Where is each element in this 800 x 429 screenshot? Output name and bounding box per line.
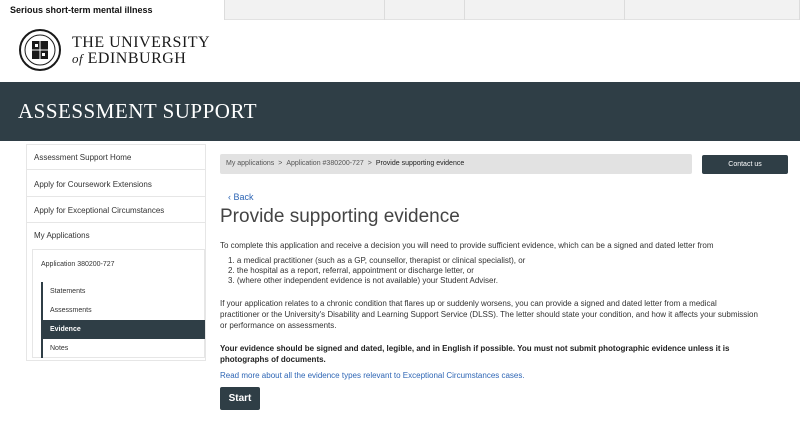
read-more-link[interactable]: Read more about all the evidence types r… [220, 371, 525, 380]
warning-line: photographs of documents. [220, 355, 326, 364]
evidence-warning: Your evidence should be signed and dated… [220, 343, 780, 365]
back-link[interactable]: ‹ Back [228, 192, 254, 202]
warning-line: Your evidence should be signed and dated… [220, 344, 730, 353]
tab-4[interactable] [465, 0, 625, 20]
chronic-line: If your application relates to a chronic… [220, 299, 717, 308]
university-header: THE UNIVERSITY of EDINBURGH [0, 20, 800, 82]
university-crest-icon[interactable] [19, 27, 61, 74]
tab-3[interactable] [385, 0, 465, 20]
breadcrumb-separator: > [367, 160, 372, 167]
start-button[interactable]: Start [220, 387, 260, 410]
chronic-condition-text: If your application relates to a chronic… [220, 298, 758, 331]
page-title: Provide supporting evidence [220, 206, 460, 227]
list-item: 2. the hospital as a report, referral, a… [228, 266, 474, 275]
back-label: Back [233, 192, 254, 202]
sidebar-item-my-applications[interactable]: My Applications [27, 223, 205, 248]
chevron-left-icon: ‹ [228, 192, 231, 202]
university-name-of: of [72, 51, 84, 66]
banner-title: ASSESSMENT SUPPORT [18, 99, 258, 123]
subnav-item-evidence[interactable]: Evidence [41, 320, 205, 339]
browser-tab-strip: Serious short-term mental illness [0, 0, 800, 20]
sidebar-item-assessment-support-home[interactable]: Assessment Support Home [27, 145, 205, 170]
sidebar-item-exceptional-circumstances[interactable]: Apply for Exceptional Circumstances [27, 198, 205, 223]
university-name-line2: of EDINBURGH [72, 51, 210, 67]
list-item: 3. (where other independent evidence is … [228, 276, 498, 285]
application-subnav: Application 380200-727 Statements Assess… [32, 249, 205, 358]
breadcrumb: My applications > Application #380200-727 >… [220, 154, 692, 174]
evidence-list: 1. a medical practitioner (such as a GP,… [228, 256, 525, 286]
intro-text: To complete this application and receive… [220, 241, 714, 250]
university-name-edinburgh: EDINBURGH [87, 50, 187, 67]
subnav-item-statements[interactable]: Statements [41, 282, 205, 301]
university-name[interactable]: THE UNIVERSITY of EDINBURGH [72, 35, 210, 67]
breadcrumb-my-applications[interactable]: My applications [226, 160, 274, 167]
breadcrumb-separator: > [278, 160, 283, 167]
tab-2[interactable] [225, 0, 385, 20]
chronic-line: or performance on assessments. [220, 321, 337, 330]
breadcrumb-current: Provide supporting evidence [375, 160, 465, 167]
sidebar-item-coursework-extensions[interactable]: Apply for Coursework Extensions [27, 172, 205, 197]
application-link[interactable]: Application 380200-727 [41, 261, 115, 268]
subnav-item-assessments[interactable]: Assessments [41, 301, 205, 320]
tab-5[interactable] [625, 0, 800, 20]
contact-us-button[interactable]: Contact us [702, 155, 788, 174]
breadcrumb-application[interactable]: Application #380200-727 [286, 160, 363, 167]
subnav-item-notes[interactable]: Notes [41, 339, 205, 358]
tab-serious-short-term-mental-illness[interactable]: Serious short-term mental illness [0, 0, 225, 20]
chronic-line: practitioner or the University's Disabil… [220, 310, 758, 319]
university-name-line1: THE UNIVERSITY [72, 34, 211, 51]
sidebar-nav: Assessment Support Home Apply for Course… [26, 144, 206, 361]
list-item: 1. a medical practitioner (such as a GP,… [228, 256, 526, 265]
tab-label: Serious short-term mental illness [10, 5, 153, 15]
